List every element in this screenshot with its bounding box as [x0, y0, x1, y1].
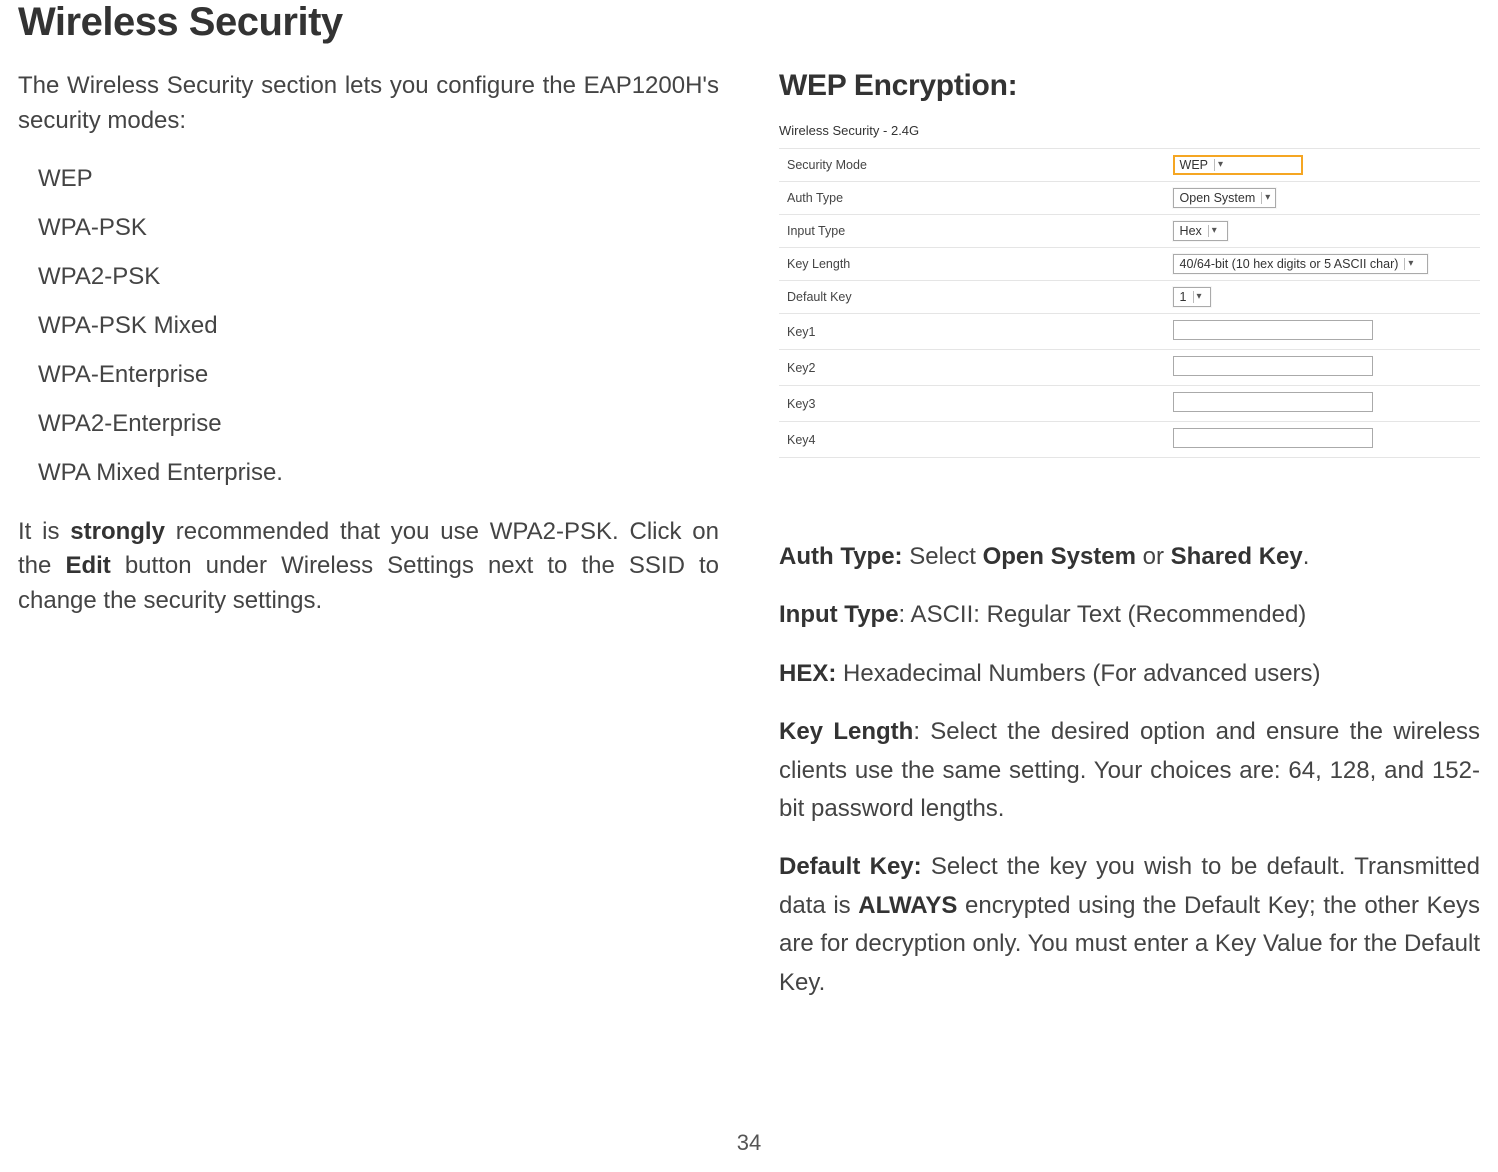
- row-value-cell: 40/64-bit (10 hex digits or 5 ASCII char…: [1165, 248, 1480, 281]
- dropdown-value: Open System: [1180, 191, 1256, 205]
- wep-form-table: Security Mode WEP ▾ Auth Type Open Syste…: [779, 148, 1480, 458]
- row-value-cell: [1165, 314, 1480, 350]
- row-value-cell: 1 ▾: [1165, 281, 1480, 314]
- row-label: Security Mode: [779, 149, 1165, 182]
- wep-heading: WEP Encryption:: [779, 69, 1480, 103]
- row-value-cell: [1165, 350, 1480, 386]
- row-label: Auth Type: [779, 182, 1165, 215]
- description-list: Auth Type: Select Open System or Shared …: [779, 538, 1480, 1002]
- desc-label: Input Type: [779, 601, 899, 628]
- mode-item: WPA-PSK: [38, 214, 719, 242]
- chevron-down-icon: ▾: [1208, 225, 1220, 237]
- table-row: Key3: [779, 386, 1480, 422]
- row-label: Key2: [779, 350, 1165, 386]
- strong-text: strongly: [70, 518, 165, 545]
- table-row: Key4: [779, 422, 1480, 458]
- default-key-desc: Default Key: Select the key you wish to …: [779, 848, 1480, 1002]
- recommendation-text: It is strongly recommended that you use …: [18, 515, 719, 619]
- option-text: Shared Key: [1171, 543, 1303, 570]
- chevron-down-icon: ▾: [1404, 258, 1416, 270]
- row-label: Default Key: [779, 281, 1165, 314]
- edit-label: Edit: [65, 552, 110, 579]
- wep-screenshot: Wireless Security - 2.4G Security Mode W…: [779, 123, 1480, 458]
- dropdown-value: 1: [1180, 290, 1187, 304]
- mode-item: WPA2-PSK: [38, 263, 719, 291]
- intro-text: The Wireless Security section lets you c…: [18, 69, 719, 139]
- default-key-dropdown[interactable]: 1 ▾: [1173, 287, 1211, 307]
- row-label: Key3: [779, 386, 1165, 422]
- key4-input[interactable]: [1173, 428, 1373, 448]
- text-fragment: Select: [903, 543, 983, 570]
- row-label: Key Length: [779, 248, 1165, 281]
- page-title: Wireless Security: [18, 0, 1480, 45]
- right-column: WEP Encryption: Wireless Security - 2.4G…: [779, 69, 1480, 1022]
- chevron-down-icon: ▾: [1214, 159, 1226, 171]
- desc-label: Auth Type:: [779, 543, 903, 570]
- key1-input[interactable]: [1173, 320, 1373, 340]
- dropdown-value: WEP: [1180, 158, 1208, 172]
- auth-type-dropdown[interactable]: Open System ▾: [1173, 188, 1277, 208]
- row-label: Key4: [779, 422, 1165, 458]
- row-value-cell: Open System ▾: [1165, 182, 1480, 215]
- auth-type-desc: Auth Type: Select Open System or Shared …: [779, 538, 1480, 576]
- text-fragment: It is: [18, 518, 70, 545]
- security-mode-dropdown[interactable]: WEP ▾: [1173, 155, 1303, 175]
- chevron-down-icon: ▾: [1193, 291, 1205, 303]
- row-value-cell: [1165, 422, 1480, 458]
- option-text: Open System: [983, 543, 1136, 570]
- input-type-dropdown[interactable]: Hex ▾: [1173, 221, 1228, 241]
- text-fragment: or: [1136, 543, 1171, 570]
- mode-item: WPA-Enterprise: [38, 361, 719, 389]
- table-row: Key1: [779, 314, 1480, 350]
- row-label: Key1: [779, 314, 1165, 350]
- table-row: Input Type Hex ▾: [779, 215, 1480, 248]
- key3-input[interactable]: [1173, 392, 1373, 412]
- left-column: The Wireless Security section lets you c…: [18, 69, 719, 1022]
- input-type-desc: Input Type: ASCII: Regular Text (Recomme…: [779, 596, 1480, 634]
- chevron-down-icon: ▾: [1261, 192, 1273, 204]
- desc-label: Key Length: [779, 718, 913, 745]
- table-row: Security Mode WEP ▾: [779, 149, 1480, 182]
- screenshot-title: Wireless Security - 2.4G: [779, 123, 1480, 138]
- row-value-cell: Hex ▾: [1165, 215, 1480, 248]
- hex-desc: HEX: Hexadecimal Numbers (For advanced u…: [779, 655, 1480, 693]
- key-length-dropdown[interactable]: 40/64-bit (10 hex digits or 5 ASCII char…: [1173, 254, 1428, 274]
- mode-item: WPA2-Enterprise: [38, 410, 719, 438]
- row-label: Input Type: [779, 215, 1165, 248]
- text-fragment: Hexadecimal Numbers (For advanced users): [836, 660, 1320, 687]
- modes-list: WEP WPA-PSK WPA2-PSK WPA-PSK Mixed WPA-E…: [38, 165, 719, 487]
- text-fragment: button under Wireless Settings next to t…: [18, 552, 719, 614]
- key2-input[interactable]: [1173, 356, 1373, 376]
- table-row: Key Length 40/64-bit (10 hex digits or 5…: [779, 248, 1480, 281]
- mode-item: WEP: [38, 165, 719, 193]
- dropdown-value: 40/64-bit (10 hex digits or 5 ASCII char…: [1180, 257, 1399, 271]
- table-row: Key2: [779, 350, 1480, 386]
- text-fragment: .: [1303, 543, 1310, 570]
- row-value-cell: [1165, 386, 1480, 422]
- mode-item: WPA Mixed Enterprise.: [38, 459, 719, 487]
- text-fragment: : ASCII: Regular Text (Recommended): [899, 601, 1307, 628]
- row-value-cell: WEP ▾: [1165, 149, 1480, 182]
- always-text: ALWAYS: [858, 892, 957, 919]
- mode-item: WPA-PSK Mixed: [38, 312, 719, 340]
- page-number: 34: [737, 1130, 761, 1156]
- table-row: Auth Type Open System ▾: [779, 182, 1480, 215]
- dropdown-value: Hex: [1180, 224, 1202, 238]
- key-length-desc: Key Length: Select the desired option an…: [779, 713, 1480, 828]
- desc-label: Default Key:: [779, 853, 922, 880]
- desc-label: HEX:: [779, 660, 836, 687]
- table-row: Default Key 1 ▾: [779, 281, 1480, 314]
- content-columns: The Wireless Security section lets you c…: [18, 69, 1480, 1022]
